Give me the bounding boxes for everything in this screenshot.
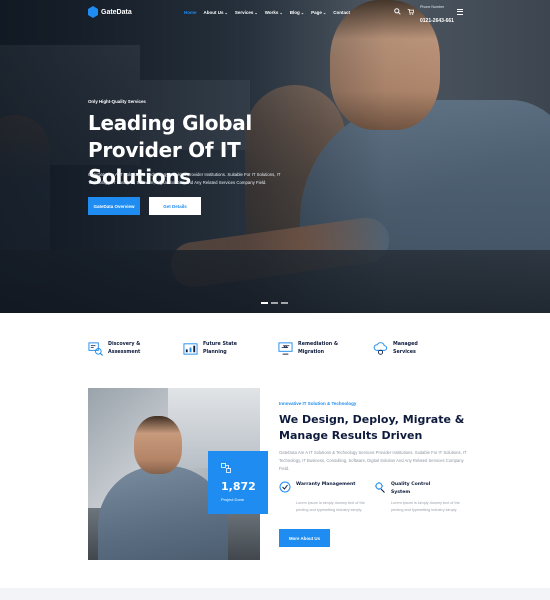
main-menu: Home About Us ⌄ Services ⌄ Works ⌄ Blog ⌄ Pa… [184,10,350,15]
nav-label: Works [264,10,279,15]
chevron-down-icon: ⌄ [279,9,283,15]
hero-description: GateData Are A IT Solutions & Technology… [88,172,281,186]
nav-label: Services [234,10,254,15]
service-label: Managed Services [393,342,418,355]
nav-label: Home [184,10,197,15]
chevron-down-icon: ⌄ [254,9,258,15]
chevron-down-icon: ⌄ [224,9,228,15]
nav-item-services[interactable]: Services ⌄ [235,10,258,15]
chevron-down-icon: ⌄ [322,9,327,15]
warranty-icon [279,481,291,493]
slider-dot[interactable] [271,302,278,304]
feature-description: Lorem ipsum is simply dummy text of the … [296,501,365,513]
feature-description: Lorem ipsum is simply dummy text of the … [391,501,460,513]
service-discovery[interactable]: Discovery & Assessment [88,341,142,357]
feature-title: Warranty Management [296,482,356,487]
stat-label: Project Done [221,497,245,502]
nav-label: Contact [333,10,351,15]
about-image-person-head [134,416,182,474]
quality-icon [375,482,385,493]
stat-value: 1,872 [221,480,256,493]
nav-item-works[interactable]: Works ⌄ [265,10,283,15]
service-label: Future State Planning [203,342,237,355]
about-description: GateData Are A IT Solutions & Technology… [279,450,467,472]
logo-mark-icon [88,6,98,18]
nav-label: Blog [289,10,300,15]
nav-item-home[interactable]: Home [184,10,197,15]
nav-item-about[interactable]: About Us ⌄ [204,10,228,15]
nav-label: About Us [203,10,224,15]
get-details-button[interactable]: Get Details [149,197,201,215]
nav-item-contact[interactable]: Contact [333,10,350,15]
nav-item-blog[interactable]: Blog ⌄ [290,10,304,15]
service-planning[interactable]: Future State Planning [183,341,237,357]
hero-tagline: Only Hight-Quality Services [88,99,146,104]
service-migration[interactable]: Remediation & Migration [278,341,338,357]
feature-title: Quality Control System [391,482,431,495]
top-nav: GateData Home About Us ⌄ Services ⌄ Works ⌄… [0,0,550,26]
slider-dot[interactable] [261,302,268,304]
phone-label: Phone Number [420,5,445,9]
cart-icon[interactable] [407,8,414,15]
search-icon[interactable] [394,8,401,15]
overview-button[interactable]: GateData Overview [88,197,140,215]
logo-text: GateData [101,8,132,16]
about-kicker: Innovative IT Solution & Technology [279,401,357,406]
nav-item-page[interactable]: Page ⌄ [311,10,326,15]
migration-icon [278,342,293,355]
nav-label: Page [311,10,322,15]
service-label: Discovery & Assessment [108,342,141,355]
discovery-icon [88,342,103,356]
next-section-strip [0,588,550,600]
chevron-down-icon: ⌄ [300,9,305,15]
about-title: We Design, Deploy, Migrate & Manage Resu… [279,413,465,442]
phone-number: 0121-2643-661 [420,18,454,24]
project-icon [221,463,231,473]
nav-icons [394,8,414,15]
planning-icon [183,343,198,355]
slider-dots [261,302,288,304]
cloud-services-icon [373,342,388,355]
services-strip: Discovery & Assessment Future State Plan… [88,341,458,363]
more-about-button[interactable]: More About Us [279,529,330,547]
stat-box: 1,872 Project Done [208,451,268,514]
service-managed[interactable]: Managed Services [373,341,423,357]
menu-icon[interactable] [457,9,463,16]
slider-dot[interactable] [281,302,288,304]
logo[interactable]: GateData [88,6,132,18]
phone-contact[interactable]: Phone Number 0121-2643-661 [420,5,454,27]
service-label: Remediation & Migration [298,342,339,355]
